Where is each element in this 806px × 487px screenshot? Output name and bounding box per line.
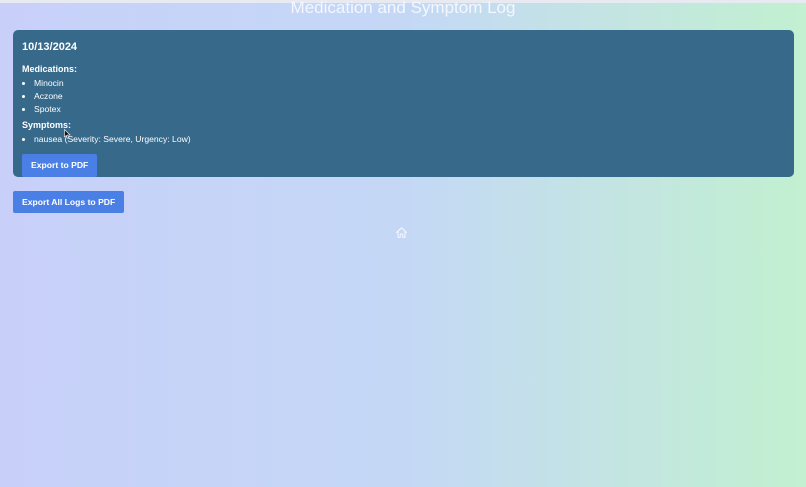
symptom-item: nausea (Severity: Severe, Urgency: Low) — [34, 133, 785, 146]
log-date: 10/13/2024 — [22, 41, 78, 53]
mouse-cursor-icon — [64, 129, 71, 139]
medication-item: Aczone — [34, 90, 785, 103]
home-icon — [395, 227, 408, 238]
medication-item: Minocin — [34, 77, 785, 90]
symptoms-list: nausea (Severity: Severe, Urgency: Low) — [22, 133, 785, 146]
medications-label: Medications: — [22, 64, 78, 74]
symptoms-label: Symptoms: — [22, 120, 72, 130]
medications-list: Minocin Aczone Spotex — [22, 77, 785, 116]
page-title: Medication and Symptom Log — [290, 0, 516, 17]
export-to-pdf-button[interactable]: Export to PDF — [22, 154, 98, 177]
export-all-logs-button[interactable]: Export All Logs to PDF — [13, 191, 125, 213]
medication-item: Spotex — [34, 103, 785, 116]
home-link[interactable] — [395, 226, 408, 239]
log-entry-card: 10/13/2024 Medications: Minocin Aczone S… — [13, 30, 794, 177]
